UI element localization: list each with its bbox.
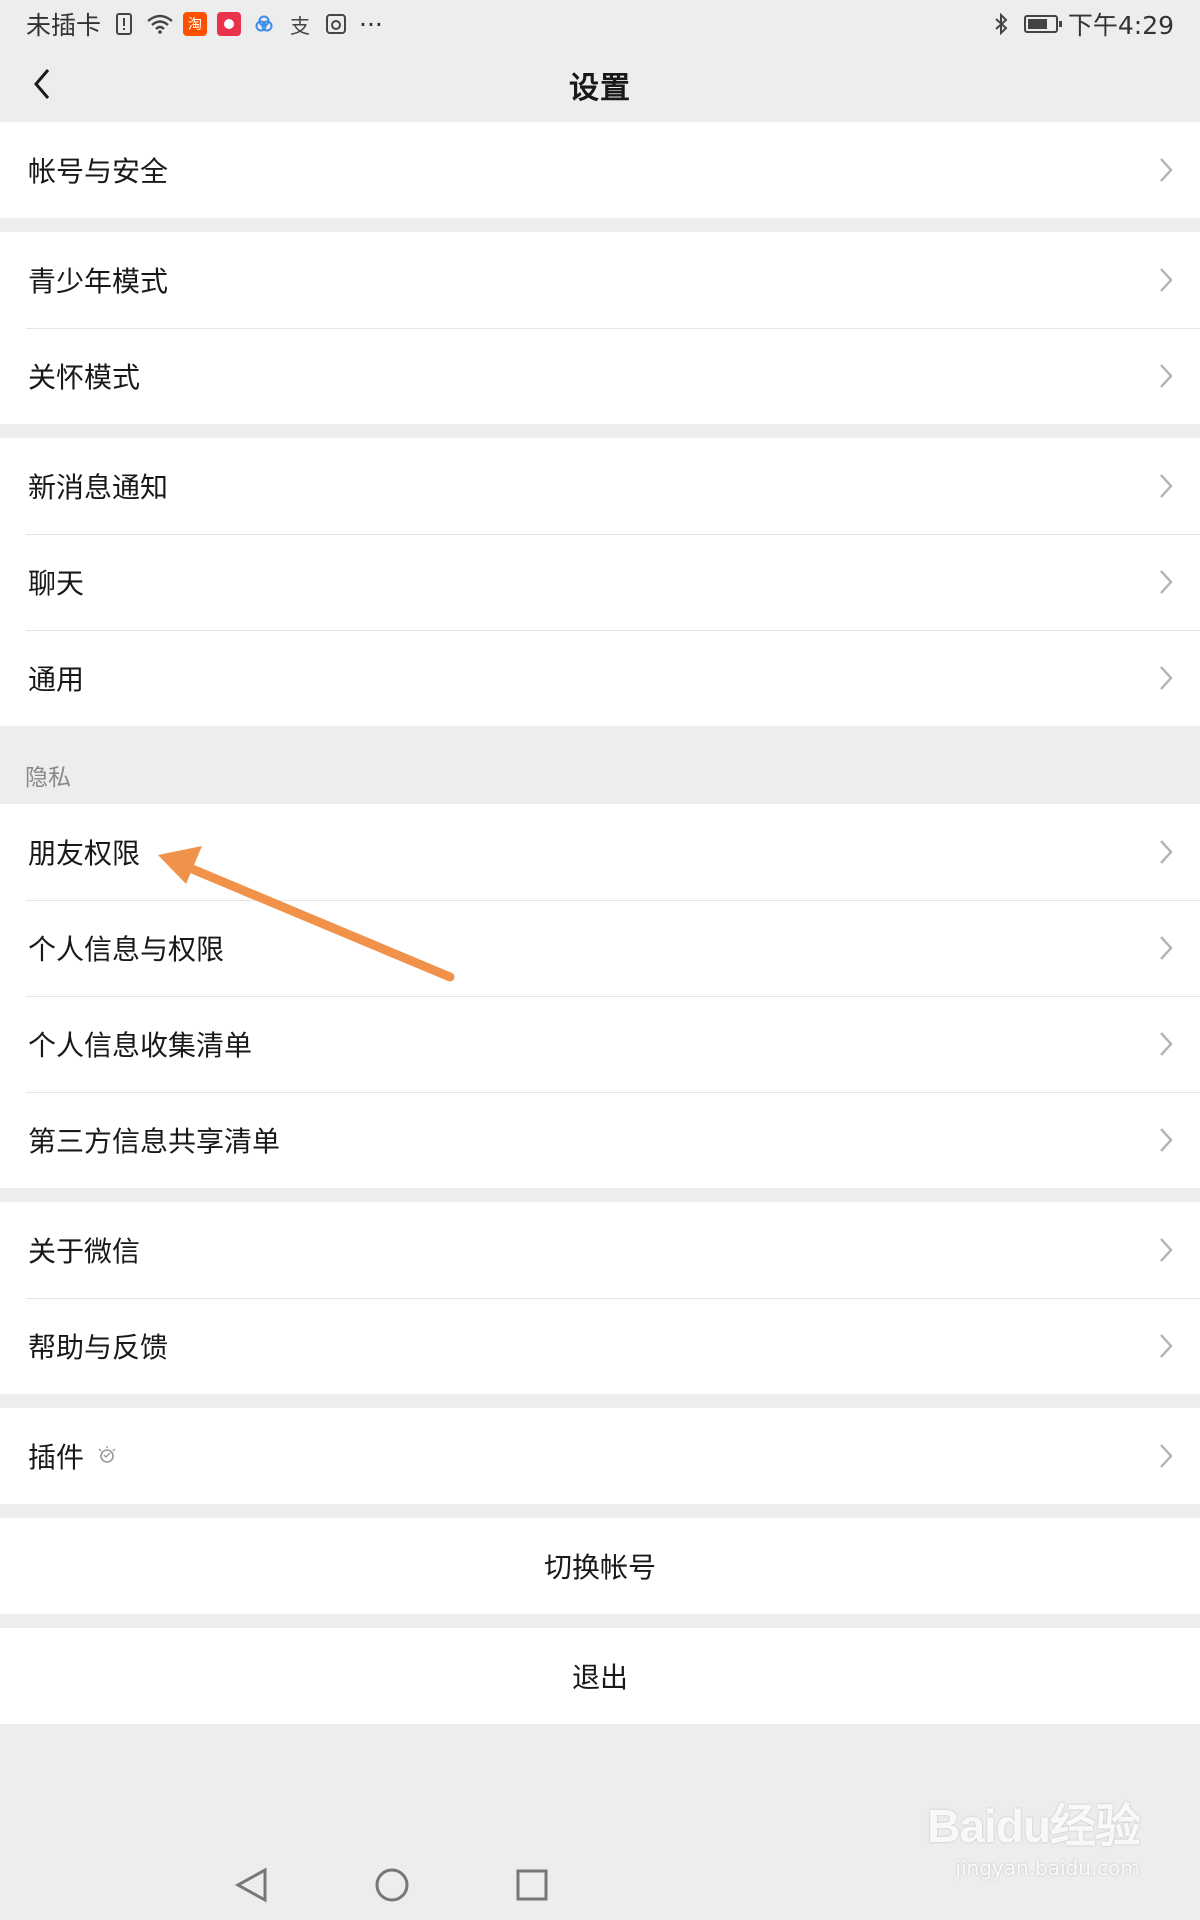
bluetooth-icon — [988, 11, 1014, 37]
row-label: 个人信息收集清单 — [28, 1029, 253, 1062]
row-friend-permissions[interactable]: 朋友权限 — [0, 804, 1200, 900]
watermark-url: jingyan.baidu.com — [955, 1856, 1140, 1880]
watermark-main: Baidu经验 — [927, 1800, 1141, 1852]
chevron-right-icon — [1160, 158, 1173, 182]
chevron-right-icon — [1160, 1032, 1173, 1056]
privacy-group: 朋友权限 个人信息与权限 个人信息收集清单 第三方信息共享清单 — [0, 804, 1200, 1188]
page-title: 设置 — [569, 71, 631, 106]
logout-button[interactable]: 退出 — [0, 1628, 1200, 1724]
switch-account-button[interactable]: 切换帐号 — [0, 1518, 1200, 1614]
chevron-right-icon — [1160, 1444, 1173, 1468]
row-personal-info-permissions[interactable]: 个人信息与权限 — [0, 900, 1200, 996]
privacy-section-label: 隐私 — [25, 765, 71, 791]
row-label: 帐号与安全 — [28, 155, 169, 188]
row-label: 通用 — [28, 663, 85, 696]
chevron-right-icon — [1160, 268, 1173, 292]
row-label: 插件 — [28, 1441, 85, 1474]
chevron-right-icon — [1160, 474, 1173, 498]
cloud-app-icon — [251, 11, 277, 37]
row-label: 关于微信 — [28, 1235, 141, 1268]
row-about-wechat[interactable]: 关于微信 — [0, 1202, 1200, 1298]
row-label: 个人信息与权限 — [28, 933, 225, 966]
row-label: 帮助与反馈 — [28, 1331, 169, 1364]
switch-account-label: 切换帐号 — [543, 1551, 656, 1584]
status-right: 下午4:29 — [988, 6, 1174, 42]
row-personal-info-collection[interactable]: 个人信息收集清单 — [0, 996, 1200, 1092]
more-notifications: ··· — [359, 9, 383, 39]
settings-list: 帐号与安全 青少年模式 关怀模式 新消息通知 聊天 通用 隐私 朋友权限 个人信… — [0, 122, 1200, 1724]
chevron-right-icon — [1160, 1238, 1173, 1262]
nav-recents-icon[interactable] — [516, 1869, 548, 1901]
row-youth-mode[interactable]: 青少年模式 — [0, 232, 1200, 328]
app-notification-icon — [323, 11, 349, 37]
wifi-icon — [147, 11, 173, 37]
carrier-text: 未插卡 — [26, 11, 102, 40]
row-label: 新消息通知 — [28, 471, 169, 504]
sim-alert-icon — [111, 11, 137, 37]
row-label: 青少年模式 — [28, 265, 169, 298]
about-group: 关于微信 帮助与反馈 — [0, 1202, 1200, 1394]
logout-label: 退出 — [571, 1661, 628, 1694]
bulb-icon — [98, 1446, 116, 1463]
row-label: 朋友权限 — [28, 837, 141, 870]
general-group: 新消息通知 聊天 通用 — [0, 438, 1200, 726]
row-new-message-notification[interactable]: 新消息通知 — [0, 438, 1200, 534]
taobao-app-icon: 淘 — [183, 12, 208, 36]
row-label: 聊天 — [28, 567, 85, 600]
chevron-right-icon — [1160, 364, 1173, 388]
row-label: 关怀模式 — [28, 361, 141, 394]
chevron-right-icon — [1160, 936, 1173, 960]
chevron-right-icon — [1160, 666, 1173, 690]
status-bar: 未插卡 淘 支 ··· 下午4:29 — [0, 0, 1200, 48]
row-general[interactable]: 通用 — [0, 630, 1200, 726]
chevron-right-icon — [1160, 840, 1173, 864]
nav-back-icon[interactable] — [234, 1867, 267, 1903]
alipay-icon: 支 — [290, 13, 311, 38]
nav-header: 设置 — [0, 48, 1200, 122]
mode-group: 青少年模式 关怀模式 — [0, 232, 1200, 424]
status-left: 未插卡 淘 支 ··· — [26, 6, 383, 42]
row-label: 第三方信息共享清单 — [28, 1125, 281, 1158]
row-help-feedback[interactable]: 帮助与反馈 — [0, 1298, 1200, 1394]
row-chat[interactable]: 聊天 — [0, 534, 1200, 630]
chevron-right-icon — [1160, 570, 1173, 594]
row-third-party-sharing[interactable]: 第三方信息共享清单 — [0, 1092, 1200, 1188]
account-group: 帐号与安全 — [0, 122, 1200, 218]
chevron-right-icon — [1160, 1334, 1173, 1358]
status-time: 下午4:29 — [1067, 11, 1174, 40]
baidu-watermark: Baidu经验 jingyan.baidu.com — [927, 1790, 1141, 1880]
row-care-mode[interactable]: 关怀模式 — [0, 328, 1200, 424]
row-plugins[interactable]: 插件 — [0, 1408, 1200, 1504]
battery-icon — [1023, 15, 1062, 33]
row-account-security[interactable]: 帐号与安全 — [0, 122, 1200, 218]
nav-home-icon[interactable] — [375, 1868, 409, 1902]
back-button[interactable] — [20, 62, 64, 106]
red-app-icon — [217, 12, 242, 36]
chevron-right-icon — [1160, 1128, 1173, 1152]
chevron-left-icon — [34, 69, 50, 99]
plugins-group: 插件 — [0, 1408, 1200, 1504]
